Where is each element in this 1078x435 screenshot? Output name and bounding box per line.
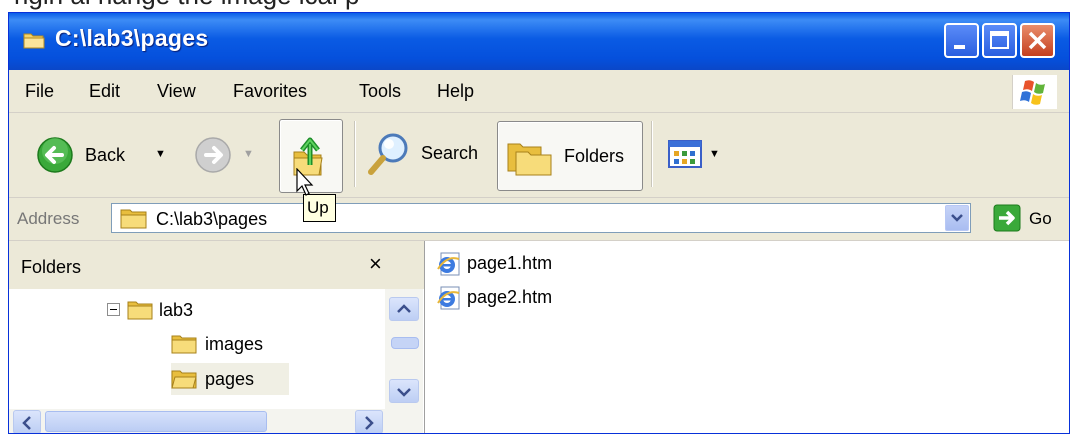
- window-title: C:\lab3\pages: [55, 25, 209, 51]
- standard-toolbar: Back ▼ ▼ Search Folders ▼: [9, 113, 1069, 198]
- address-value: C:\lab3\pages: [156, 209, 268, 229]
- folder-tree: lab3 images pages: [9, 289, 385, 409]
- collapse-toggle[interactable]: [107, 303, 120, 316]
- scroll-up-button[interactable]: [389, 297, 419, 321]
- tree-item-lab3[interactable]: lab3: [127, 297, 247, 323]
- back-arrow-icon: [37, 137, 73, 173]
- chevron-right-icon: [365, 416, 374, 430]
- chevron-down-icon: [397, 388, 411, 397]
- close-icon: [1028, 31, 1047, 50]
- folders-pane-title: Folders: [21, 257, 82, 277]
- folders-pane-header: Folders ×: [9, 241, 424, 289]
- toolbar-separator: [354, 121, 356, 187]
- menu-help[interactable]: Help: [437, 81, 474, 102]
- folder-icon: [127, 301, 153, 320]
- file-name: page1.htm: [467, 253, 553, 273]
- go-button[interactable]: Go: [1029, 209, 1052, 229]
- back-label: Back: [85, 145, 126, 165]
- folders-button[interactable]: Folders: [497, 121, 643, 191]
- maximize-icon: [990, 31, 1009, 49]
- file-list: page1.htm page2.htm: [425, 241, 1069, 433]
- chevron-up-icon: [397, 304, 411, 313]
- address-label: Address: [17, 209, 80, 228]
- folders-pane-close-button[interactable]: ×: [369, 251, 382, 277]
- go-arrow-icon[interactable]: [993, 204, 1021, 232]
- menu-favorites[interactable]: Favorites: [233, 81, 307, 102]
- mouse-cursor-icon: [296, 168, 314, 196]
- folder-icon: [120, 209, 147, 229]
- maximize-button[interactable]: [982, 23, 1017, 58]
- folder-icon: [23, 33, 45, 49]
- back-button[interactable]: Back ▼: [29, 133, 179, 177]
- scroll-right-button[interactable]: [355, 410, 383, 433]
- forward-arrow-icon: [195, 137, 231, 173]
- close-button[interactable]: [1020, 23, 1055, 58]
- explorer-window: C:\lab3\pages File Edit View Favorites T…: [8, 12, 1070, 434]
- menu-bar: File Edit View Favorites Tools Help: [9, 70, 1069, 113]
- tree-item-label: pages: [205, 369, 255, 389]
- title-bar[interactable]: C:\lab3\pages: [9, 13, 1069, 70]
- search-button[interactable]: Search: [365, 129, 489, 179]
- windows-logo-icon: [1012, 75, 1057, 109]
- file-name: page2.htm: [467, 287, 553, 307]
- folders-label: Folders: [564, 146, 625, 166]
- search-icon: [368, 133, 408, 175]
- tree-item-label: lab3: [159, 300, 194, 320]
- open-folder-icon: [171, 370, 197, 389]
- scroll-thumb[interactable]: [391, 337, 419, 349]
- chevron-down-icon: [951, 214, 963, 222]
- horizontal-scrollbar[interactable]: [9, 409, 423, 433]
- forward-dropdown-icon[interactable]: ▼: [243, 148, 254, 160]
- address-bar: Address C:\lab3\pages Go: [9, 198, 1069, 241]
- folders-icon: [507, 143, 552, 176]
- forward-button[interactable]: ▼: [193, 133, 263, 177]
- views-button[interactable]: ▼: [665, 135, 737, 175]
- scroll-left-button[interactable]: [13, 410, 41, 433]
- vertical-scrollbar[interactable]: [385, 289, 423, 409]
- menu-view[interactable]: View: [157, 81, 196, 102]
- ie-document-icon: [437, 286, 460, 310]
- ie-document-icon: [437, 252, 460, 276]
- tree-item-pages[interactable]: pages: [171, 363, 289, 395]
- toolbar-separator: [651, 121, 653, 187]
- folders-pane: Folders × lab3 images pages: [9, 241, 425, 433]
- chevron-left-icon: [22, 416, 31, 430]
- menu-edit[interactable]: Edit: [89, 81, 120, 102]
- folder-icon: [171, 335, 197, 354]
- views-dropdown-icon[interactable]: ▼: [709, 148, 720, 160]
- up-tooltip: Up: [303, 194, 336, 222]
- page-top-text: rigin al hange the lmage lcal p: [14, 0, 359, 11]
- tree-item-label: images: [205, 334, 264, 354]
- back-dropdown-icon[interactable]: ▼: [155, 148, 166, 160]
- menu-tools[interactable]: Tools: [359, 81, 401, 102]
- views-icon: [668, 140, 702, 168]
- address-dropdown-button[interactable]: [945, 205, 969, 231]
- menu-file[interactable]: File: [25, 81, 54, 102]
- address-input[interactable]: C:\lab3\pages: [111, 203, 971, 233]
- scroll-thumb[interactable]: [45, 411, 267, 432]
- tree-item-images[interactable]: images: [171, 331, 311, 357]
- minimize-icon: [954, 45, 965, 49]
- search-label: Search: [421, 143, 479, 163]
- minimize-button[interactable]: [944, 23, 979, 58]
- scroll-down-button[interactable]: [389, 379, 419, 403]
